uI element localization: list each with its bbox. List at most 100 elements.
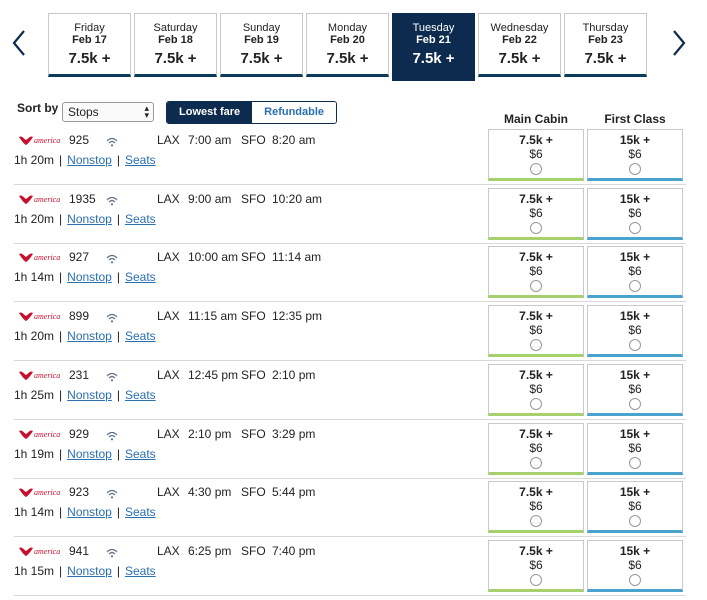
origin-airport: LAX [157, 133, 180, 147]
airline-brand: america [34, 194, 61, 204]
date-tab-friday[interactable]: Friday Feb 17 7.5k + [48, 13, 131, 77]
date-tab-saturday[interactable]: Saturday Feb 18 7.5k + [134, 13, 217, 77]
wifi-icon [106, 313, 118, 323]
seats-link[interactable]: Seats [125, 564, 156, 578]
main-cabin-fare[interactable]: 7.5k + $6 [488, 129, 584, 181]
arrival-time: 8:20 am [272, 133, 316, 147]
destination-airport: SFO [241, 426, 266, 441]
first-class-fare[interactable]: 15k + $6 [587, 246, 683, 299]
seats-link[interactable]: Seats [125, 447, 156, 461]
seats-link[interactable]: Seats [125, 153, 156, 167]
departure-time: 2:10 pm [188, 426, 232, 441]
first-class-fare[interactable]: 15k + $6 [587, 539, 683, 592]
origin-airport: LAX [157, 426, 180, 441]
flight-number: 231 [69, 367, 90, 382]
divider: | [59, 329, 63, 344]
arrival-time: 12:35 pm [272, 309, 323, 324]
flight-duration: 1h 25m [14, 387, 55, 402]
nonstop-link[interactable]: Nonstop [67, 153, 112, 167]
main-cabin-points: 7.5k + [519, 309, 553, 324]
flight-row: america 925 LAX 7:00 am SFO 8:20 am 1h 20m | Non… [14, 128, 686, 185]
main-cabin-radio[interactable] [530, 163, 542, 175]
wifi-indicator [106, 251, 118, 269]
date-tab-fare: 7.5k + [68, 50, 111, 67]
airline-brand: america [34, 312, 61, 322]
date-tab-thursday[interactable]: Thursday Feb 23 7.5k + [564, 13, 647, 77]
airline-brand: america [34, 136, 61, 145]
refundable-button[interactable]: Refundable [252, 102, 337, 123]
seats-link[interactable]: Seats [125, 505, 156, 519]
first-class-radio[interactable] [629, 163, 641, 175]
first-class-fare[interactable]: 15k + $6 [587, 129, 683, 181]
first-class-points: 15k + [619, 191, 651, 206]
first-class-radio[interactable] [629, 573, 641, 586]
divider: | [59, 387, 63, 402]
seats-link[interactable]: Seats [125, 212, 156, 226]
airline-logo: america [18, 311, 60, 322]
arrival-time: 3:29 pm [272, 426, 316, 441]
seats-link[interactable]: Seats [125, 329, 156, 343]
main-cabin-fare[interactable]: 7.5k + $6 [488, 539, 584, 592]
date-tab-tuesday[interactable]: Tuesday Feb 21 7.5k + [392, 13, 475, 81]
main-cabin-points: 7.5k + [519, 133, 553, 147]
main-cabin-fare[interactable]: 7.5k + $6 [488, 363, 584, 416]
main-cabin-fare[interactable]: 7.5k + $6 [488, 422, 584, 475]
first-class-fare[interactable]: 15k + $6 [587, 363, 683, 416]
nonstop-link[interactable]: Nonstop [67, 270, 112, 284]
first-class-fare[interactable]: 15k + $6 [587, 305, 683, 358]
main-cabin-fare[interactable]: 7.5k + $6 [488, 481, 584, 534]
main-cabin-radio[interactable] [530, 280, 542, 293]
nonstop-link[interactable]: Nonstop [67, 329, 112, 343]
main-cabin-fare[interactable]: 7.5k + $6 [488, 246, 584, 299]
lowest-fare-button[interactable]: Lowest fare [167, 102, 253, 123]
divider: | [59, 505, 63, 520]
first-class-radio[interactable] [629, 515, 641, 528]
seats-link[interactable]: Seats [125, 270, 156, 284]
next-dates-button[interactable] [668, 26, 690, 60]
flight-number: 1935 [69, 191, 96, 206]
main-cabin-fare[interactable]: 7.5k + $6 [488, 305, 584, 358]
date-tab-date: Feb 21 [416, 34, 451, 46]
nonstop-link[interactable]: Nonstop [67, 564, 112, 578]
main-cabin-radio[interactable] [530, 573, 542, 586]
nonstop-link[interactable]: Nonstop [67, 212, 112, 226]
first-class-radio[interactable] [629, 397, 641, 410]
main-cabin-radio[interactable] [530, 221, 542, 234]
airline-brand: america [34, 253, 61, 263]
divider: | [116, 270, 120, 285]
nonstop-link[interactable]: Nonstop [67, 388, 112, 402]
first-class-radio[interactable] [629, 456, 641, 469]
seats-link[interactable]: Seats [125, 388, 156, 402]
flight-details: 1h 14m | Nonstop | Seats [14, 270, 156, 284]
first-class-points: 15k + [619, 133, 651, 147]
prev-dates-button[interactable] [8, 26, 30, 60]
origin-airport: LAX [157, 250, 180, 265]
first-class-radio[interactable] [629, 339, 641, 352]
divider: | [59, 270, 63, 285]
first-class-fare[interactable]: 15k + $6 [587, 481, 683, 534]
departure-time: 9:00 am [188, 191, 232, 206]
first-class-radio[interactable] [629, 221, 641, 234]
wifi-indicator [106, 486, 118, 504]
first-class-fare[interactable]: 15k + $6 [587, 422, 683, 475]
flight-number: 927 [69, 250, 90, 265]
date-tab-day: Wednesday [490, 22, 549, 34]
main-cabin-radio[interactable] [530, 397, 542, 410]
sort-select[interactable]: Stops ▴ ▾ [62, 102, 154, 122]
nonstop-link[interactable]: Nonstop [67, 505, 112, 519]
main-cabin-radio[interactable] [530, 456, 542, 469]
first-class-fare[interactable]: 15k + $6 [587, 187, 683, 240]
date-tab-monday[interactable]: Monday Feb 20 7.5k + [306, 13, 389, 77]
main-cabin-fare[interactable]: 7.5k + $6 [488, 187, 584, 240]
date-tab-fare: 7.5k + [498, 50, 541, 67]
first-class-radio[interactable] [629, 280, 641, 293]
main-cabin-radio[interactable] [530, 339, 542, 352]
nonstop-link[interactable]: Nonstop [67, 447, 112, 461]
departure-time: 4:30 pm [188, 485, 232, 500]
date-tab-sunday[interactable]: Sunday Feb 19 7.5k + [220, 13, 303, 77]
date-tab-wednesday[interactable]: Wednesday Feb 22 7.5k + [478, 13, 561, 77]
main-cabin-radio[interactable] [530, 515, 542, 528]
flight-duration: 1h 20m [14, 153, 55, 167]
first-class-price: $6 [628, 499, 642, 514]
fare-type-toggle: Lowest fare Refundable [166, 101, 338, 124]
